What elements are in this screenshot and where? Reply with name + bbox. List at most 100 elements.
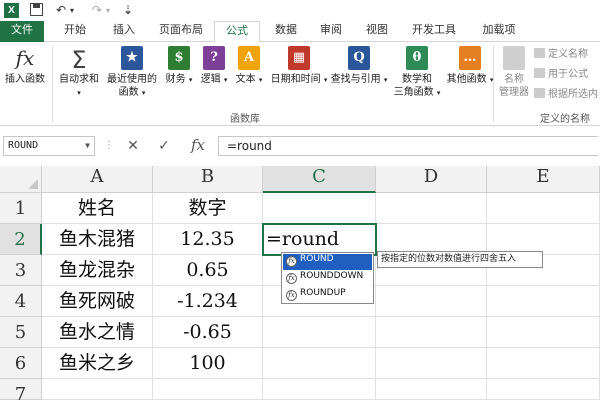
cell-a7[interactable] xyxy=(42,379,153,400)
row-header-5[interactable]: 5 xyxy=(0,317,42,348)
tab-formulas[interactable]: 公式 xyxy=(214,21,260,43)
cell-e6[interactable] xyxy=(487,348,600,379)
column-header-a[interactable]: A xyxy=(42,166,153,193)
name-manager-button[interactable]: 名称 管理器 xyxy=(496,46,532,99)
cell-a2[interactable]: 鱼木混猪 xyxy=(42,224,153,255)
row-header-6[interactable]: 6 xyxy=(0,348,42,379)
tab-insert[interactable]: 插入 xyxy=(104,21,144,42)
cell-b7[interactable] xyxy=(153,379,263,400)
cell-a3[interactable]: 鱼龙混杂 xyxy=(42,255,153,286)
tab-page-layout[interactable]: 页面布局 xyxy=(151,21,211,42)
cell-e5[interactable] xyxy=(487,317,600,348)
row-header-3[interactable]: 3 xyxy=(0,255,42,286)
math-trig-button[interactable]: θ 数学和 三角函数 ▾ xyxy=(392,46,442,100)
row-header-2[interactable]: 2 xyxy=(0,224,42,255)
tab-view[interactable]: 视图 xyxy=(358,21,396,42)
cell-c6[interactable] xyxy=(263,348,376,379)
cell-e1[interactable] xyxy=(487,193,600,224)
cell-c1[interactable] xyxy=(263,193,376,224)
date-time-label: 日期和时间 xyxy=(270,74,321,85)
tab-review[interactable]: 审阅 xyxy=(312,21,350,42)
name-box[interactable]: ROUND ▼ xyxy=(3,136,95,156)
cell-a4[interactable]: 鱼死网破 xyxy=(42,286,153,317)
lookup-reference-button[interactable]: Q 查找与引用 ▾ xyxy=(330,46,388,87)
select-all-corner[interactable] xyxy=(0,166,42,193)
lookup-reference-label: 查找与引用 xyxy=(330,74,381,85)
save-icon[interactable] xyxy=(30,3,43,18)
cell-d1[interactable] xyxy=(376,193,487,224)
name-box-dropdown-icon[interactable]: ▼ xyxy=(85,137,90,155)
column-header-d[interactable]: D xyxy=(376,166,487,193)
column-header-b[interactable]: B xyxy=(153,166,263,193)
cell-b2[interactable]: 12.35 xyxy=(153,224,263,255)
create-from-selection-button[interactable]: 根据所选内 xyxy=(534,88,598,102)
logical-button[interactable]: ? 逻辑 ▾ xyxy=(198,46,230,87)
cell-b5[interactable]: -0.65 xyxy=(153,317,263,348)
ribbon-separator xyxy=(52,46,53,122)
column-header-c[interactable]: C xyxy=(263,166,376,193)
cell-a6[interactable]: 鱼米之乡 xyxy=(42,348,153,379)
cell-e7[interactable] xyxy=(487,379,600,400)
fx-icon: fx xyxy=(15,46,35,70)
cell-a1[interactable]: 姓名 xyxy=(42,193,153,224)
row-header-4[interactable]: 4 xyxy=(0,286,42,317)
cancel-icon[interactable]: ✕ xyxy=(124,136,142,156)
formula-bar: ROUND ▼ ⋮ ✕ ✓ fx =round xyxy=(0,133,600,159)
cell-d7[interactable] xyxy=(376,379,487,400)
autocomplete-item-rounddown[interactable]: fx ROUNDDOWN xyxy=(283,271,372,287)
cell-b6[interactable]: 100 xyxy=(153,348,263,379)
function-autocomplete-list: fx ROUND fx ROUNDDOWN fx ROUNDUP xyxy=(281,252,374,304)
more-functions-button[interactable]: … 其他函数 ▾ xyxy=(445,46,495,87)
column-header-e[interactable]: E xyxy=(487,166,600,193)
formula-bar-grip-icon: ⋮ xyxy=(104,140,114,151)
autocomplete-item-round[interactable]: fx ROUND xyxy=(283,254,372,270)
cell-b3[interactable]: 0.65 xyxy=(153,255,263,286)
function-icon: fx xyxy=(286,290,297,301)
cell-b1[interactable]: 数字 xyxy=(153,193,263,224)
formula-input[interactable]: =round xyxy=(218,136,598,156)
cell-d6[interactable] xyxy=(376,348,487,379)
use-in-formula-button[interactable]: 用于公式 xyxy=(534,68,588,82)
insert-function-button[interactable]: fx 插入函数 xyxy=(2,46,48,86)
tab-home[interactable]: 开始 xyxy=(55,21,95,42)
define-name-icon xyxy=(534,48,545,58)
cell-c7[interactable] xyxy=(263,379,376,400)
text-icon: A xyxy=(238,46,260,70)
tab-developer[interactable]: 开发工具 xyxy=(402,21,466,42)
insert-function-label: 插入函数 xyxy=(5,74,45,85)
cell-c5[interactable] xyxy=(263,317,376,348)
autocomplete-item-roundup[interactable]: fx ROUNDUP xyxy=(283,288,372,304)
tab-addins[interactable]: 加载项 xyxy=(472,21,526,42)
excel-logo-icon: X xyxy=(4,3,19,18)
row-header-7[interactable]: 7 xyxy=(0,379,42,400)
cell-d5[interactable] xyxy=(376,317,487,348)
calendar-icon: ▦ xyxy=(288,46,310,70)
cell-a5[interactable]: 鱼水之情 xyxy=(42,317,153,348)
tab-file[interactable]: 文件 xyxy=(0,21,44,42)
tab-data[interactable]: 数据 xyxy=(267,21,305,42)
cell-d4[interactable] xyxy=(376,286,487,317)
function-icon: fx xyxy=(286,273,297,284)
ribbon-formulas: fx 插入函数 Σ 自动求和 ▾ ★ 最近使用的 函数 ▾ $ 财务 ▾ ? 逻… xyxy=(0,42,600,126)
redo-icon[interactable]: ↷ xyxy=(92,3,102,18)
cell-b4[interactable]: -1.234 xyxy=(153,286,263,317)
date-time-button[interactable]: ▦ 日期和时间 ▾ xyxy=(270,46,328,87)
create-from-selection-icon xyxy=(534,88,545,98)
financial-button[interactable]: $ 财务 ▾ xyxy=(163,46,195,87)
insert-function-icon[interactable]: fx xyxy=(185,136,211,156)
undo-icon[interactable]: ↶ xyxy=(56,3,66,18)
recent-functions-button[interactable]: ★ 最近使用的 函数 ▾ xyxy=(104,46,160,100)
ribbon-tabs: 文件 开始 插入 页面布局 公式 数据 审阅 视图 开发工具 加载项 xyxy=(0,21,600,43)
function-library-group-label: 函数库 xyxy=(230,114,260,125)
define-name-button[interactable]: 定义名称 xyxy=(534,48,588,62)
text-button[interactable]: A 文本 ▾ xyxy=(233,46,265,87)
customize-qat-icon[interactable]: ⇣ xyxy=(123,3,133,18)
cell-e4[interactable] xyxy=(487,286,600,317)
redo-dropdown-icon[interactable]: ▾ xyxy=(106,3,110,18)
name-manager-label-2: 管理器 xyxy=(499,87,529,98)
undo-dropdown-icon[interactable]: ▾ xyxy=(70,3,74,18)
lookup-icon: Q xyxy=(348,46,370,70)
autosum-button[interactable]: Σ 自动求和 ▾ xyxy=(56,46,102,100)
enter-icon[interactable]: ✓ xyxy=(155,136,173,156)
row-header-1[interactable]: 1 xyxy=(0,193,42,224)
